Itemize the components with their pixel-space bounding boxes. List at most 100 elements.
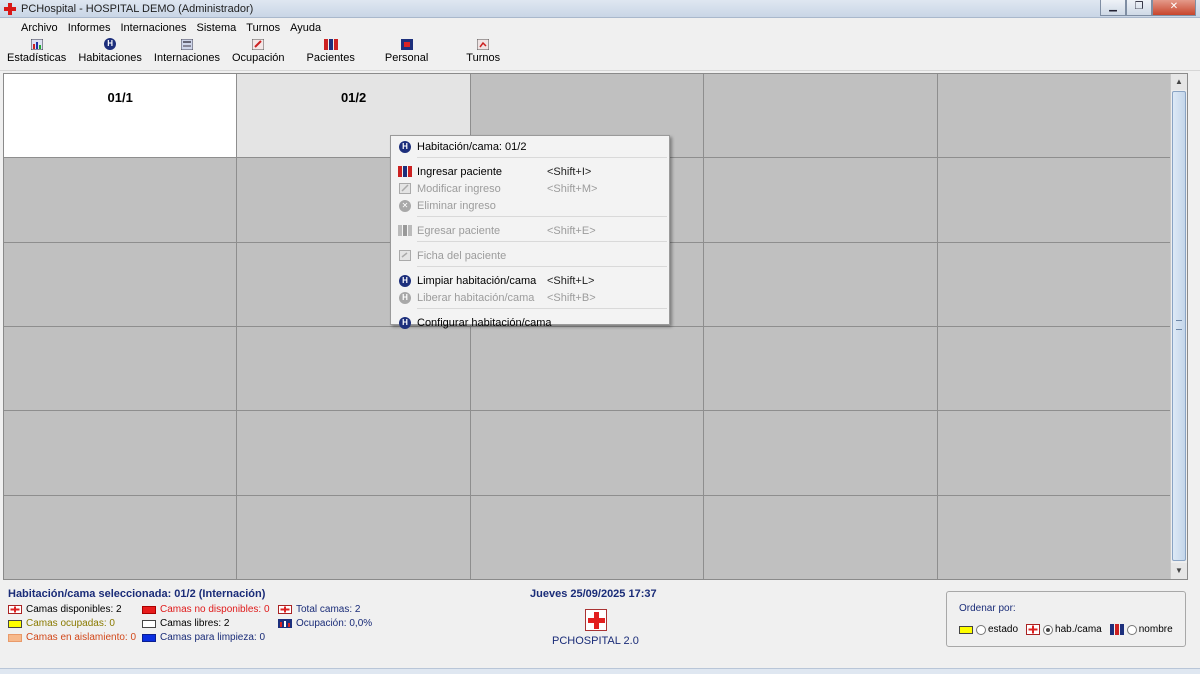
edit-admission-icon (399, 183, 411, 194)
isolation-swatch (8, 633, 22, 642)
toolbar-label: Ocupación (231, 52, 285, 64)
toolbar-label: Pacientes (306, 52, 355, 64)
statistics-icon (30, 38, 43, 50)
occupied-swatch (8, 619, 22, 628)
menu-eliminar-ingreso[interactable]: ✕ Eliminar ingreso (393, 197, 667, 214)
bed-cell-empty (704, 74, 937, 158)
toolbar-estadisticas-button[interactable]: Estadísticas (4, 36, 69, 70)
menu-bar: Archivo Informes Internaciones Sistema T… (0, 19, 1200, 36)
sort-estado-radio[interactable] (976, 624, 986, 635)
available-beds-icon (8, 605, 22, 614)
hospitalization-icon (180, 38, 193, 50)
bed-cell-empty (237, 327, 470, 411)
menu-sistema[interactable]: Sistema (192, 22, 242, 34)
clean-room-icon: H (399, 274, 411, 287)
menu-internaciones[interactable]: Internaciones (115, 22, 191, 34)
cleaning-swatch (142, 633, 156, 642)
total-beds-icon (278, 605, 292, 614)
unavailable-swatch (142, 605, 156, 614)
status-panel: Habitación/cama seleccionada: 01/2 (Inte… (0, 582, 1200, 674)
bed-cell-empty (470, 411, 704, 495)
legend-no-disponibles: Camas no disponibles: 0 (142, 604, 270, 615)
sort-title: Ordenar por: (959, 603, 1016, 614)
scroll-up-arrow-icon[interactable]: ▲ (1171, 74, 1187, 90)
sort-habcama-label: hab./cama (1055, 624, 1102, 635)
toolbar-label: Habitaciones (78, 52, 142, 64)
maximize-button[interactable]: ❐ (1126, 0, 1152, 16)
taskbar-edge (0, 668, 1200, 674)
toolbar: Estadísticas H Habitaciones Internacione… (0, 36, 1200, 71)
menu-egresar-paciente[interactable]: Egresar paciente <Shift+E> (393, 222, 667, 239)
title-bar: PCHospital - HOSPITAL DEMO (Administrado… (0, 0, 1200, 18)
legend-total: Total camas: 2 (278, 604, 360, 615)
toolbar-turnos-button[interactable]: Turnos (463, 36, 503, 70)
bed-cell-empty (937, 411, 1170, 495)
bed-cell-empty (937, 74, 1170, 158)
discharge-patient-icon (398, 225, 412, 236)
legend-limpieza: Camas para limpieza: 0 (142, 632, 265, 643)
bed-cell-empty (937, 327, 1170, 411)
sort-nombre-label: nombre (1138, 624, 1173, 635)
toolbar-personal-button[interactable]: Personal (382, 36, 431, 70)
patient-record-icon (399, 250, 411, 261)
menu-liberar-habitacion[interactable]: H Liberar habitación/cama <Shift+B> (393, 289, 667, 306)
toolbar-label: Estadísticas (7, 52, 67, 64)
free-room-icon: H (399, 291, 411, 304)
scroll-thumb[interactable] (1172, 91, 1186, 561)
admit-patient-icon (398, 166, 412, 177)
selected-bed-label: Habitación/cama seleccionada: 01/2 (Inte… (8, 588, 266, 600)
bed-cell-empty (937, 158, 1170, 242)
app-name: PCHOSPITAL 2.0 (552, 635, 639, 647)
patients-icon (323, 38, 338, 50)
bed-cell-empty (704, 327, 937, 411)
bed-cell-empty (4, 242, 237, 326)
app-cross-icon (3, 2, 17, 16)
menu-ingresar-paciente[interactable]: Ingresar paciente <Shift+I> (393, 163, 667, 180)
legend-ocupacion: Ocupación: 0,0% (278, 618, 372, 629)
bed-cell-empty (704, 495, 937, 579)
state-swatch-icon (959, 625, 973, 634)
bed-cell-empty (4, 411, 237, 495)
menu-turnos[interactable]: Turnos (241, 22, 285, 34)
menu-ficha-paciente[interactable]: Ficha del paciente (393, 247, 667, 264)
menu-archivo[interactable]: Archivo (16, 22, 63, 34)
menu-ayuda[interactable]: Ayuda (285, 22, 326, 34)
delete-admission-icon: ✕ (399, 199, 411, 212)
bed-cell-empty (4, 495, 237, 579)
bed-cell-empty (704, 411, 937, 495)
menu-configurar-habitacion[interactable]: H Configurar habitación/cama (393, 314, 667, 331)
bed-cell-empty (4, 158, 237, 242)
menu-informes[interactable]: Informes (63, 22, 116, 34)
bed-cell-empty (4, 327, 237, 411)
bed-cell-01-1[interactable]: 01/1 (4, 74, 237, 158)
bed-cell-empty (704, 158, 937, 242)
legend-libres: Camas libres: 2 (142, 618, 229, 629)
free-swatch (142, 619, 156, 628)
toolbar-ocupacion-button[interactable]: Ocupación (229, 36, 288, 70)
toolbar-label: Internaciones (153, 52, 220, 64)
menu-limpiar-habitacion[interactable]: H Limpiar habitación/cama <Shift+L> (393, 272, 667, 289)
toolbar-internaciones-button[interactable]: Internaciones (151, 36, 223, 70)
sort-nombre-radio[interactable] (1126, 624, 1137, 635)
toolbar-label: Personal (384, 52, 429, 64)
close-button[interactable]: ✕ (1152, 0, 1196, 16)
menu-modificar-ingreso[interactable]: Modificar ingreso <Shift+M> (393, 180, 667, 197)
window-title: PCHospital - HOSPITAL DEMO (Administrado… (21, 2, 254, 15)
legend-disponibles: Camas disponibles: 2 (8, 604, 122, 615)
shifts-icon (477, 38, 490, 50)
vertical-scrollbar[interactable]: ▲ ▼ (1170, 74, 1187, 579)
occupation-icon (252, 38, 265, 50)
scroll-down-arrow-icon[interactable]: ▼ (1171, 563, 1187, 579)
rooms-icon: H (104, 38, 117, 50)
date-time: Jueves 25/09/2025 17:37 (530, 588, 657, 600)
sort-estado-label: estado (988, 624, 1019, 635)
toolbar-pacientes-button[interactable]: Pacientes (304, 36, 358, 70)
toolbar-label: Turnos (466, 52, 501, 64)
room-bed-cross-icon (1026, 624, 1041, 635)
sort-group: Ordenar por: estado hab./cama nombre (946, 591, 1186, 647)
sort-habcama-radio[interactable] (1043, 624, 1054, 635)
minimize-button[interactable]: ▁ (1100, 0, 1126, 16)
toolbar-habitaciones-button[interactable]: H Habitaciones (75, 36, 145, 70)
staff-icon (400, 38, 413, 50)
bed-cell-empty (937, 495, 1170, 579)
